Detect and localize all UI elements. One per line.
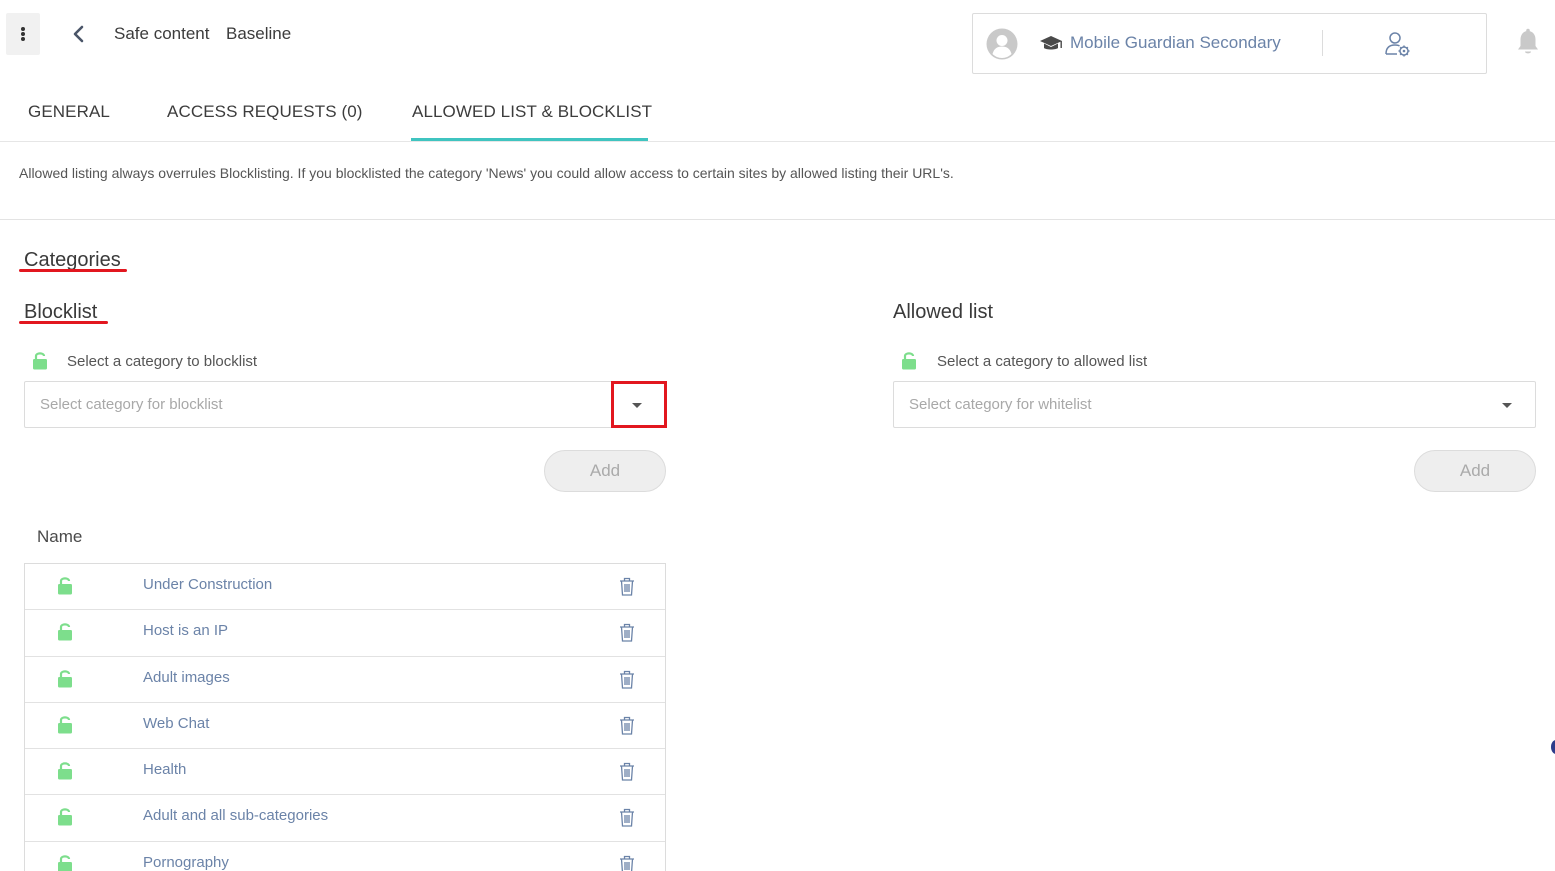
back-button[interactable] — [66, 22, 90, 46]
blocklist-table: Under Construction Host is an IP Adult i… — [24, 563, 666, 871]
chat-widget-edge[interactable] — [1551, 740, 1555, 754]
table-row: Health — [25, 749, 665, 796]
breadcrumb-baseline: Baseline — [226, 24, 292, 43]
graduation-cap-icon — [1040, 36, 1062, 50]
user-settings-icon[interactable] — [1383, 30, 1411, 58]
section-divider — [0, 219, 1555, 220]
tab-general[interactable]: GENERAL — [28, 102, 110, 122]
chevron-left-icon — [73, 25, 84, 43]
category-name[interactable]: Under Construction — [143, 576, 272, 593]
unlock-icon[interactable] — [57, 669, 73, 688]
unlock-icon[interactable] — [57, 622, 73, 641]
tab-access-requests[interactable]: ACCESS REQUESTS (0) — [167, 102, 363, 122]
unlock-icon — [902, 352, 916, 370]
info-text: Allowed listing always overrules Blockli… — [19, 165, 954, 181]
trash-icon[interactable] — [619, 716, 635, 735]
unlock-icon[interactable] — [57, 807, 73, 826]
allowed-category-select[interactable]: Select category for whitelist — [893, 381, 1536, 428]
table-row: Host is an IP — [25, 610, 665, 657]
column-header-name: Name — [37, 527, 83, 546]
unlock-icon[interactable] — [57, 854, 73, 871]
trash-icon[interactable] — [619, 762, 635, 781]
table-row: Adult images — [25, 657, 665, 703]
account-panel: Mobile Guardian Secondary — [972, 13, 1487, 74]
caret-down-icon[interactable] — [1502, 403, 1512, 408]
blocklist-category-select[interactable]: Select category for blocklist — [24, 381, 666, 428]
highlight-underline-categories — [19, 269, 127, 272]
divider — [1322, 30, 1323, 56]
trash-icon[interactable] — [619, 623, 635, 642]
trash-icon[interactable] — [619, 670, 635, 689]
category-name[interactable]: Adult images — [143, 669, 230, 686]
table-row: Under Construction — [25, 564, 665, 611]
breadcrumb-safe-content[interactable]: Safe content — [114, 24, 209, 44]
allowed-add-button[interactable]: Add — [1414, 450, 1536, 492]
blocklist-add-button[interactable]: Add — [544, 450, 666, 492]
highlight-underline-blocklist — [19, 321, 108, 324]
top-bar: Safe content Baseline Mobile Guardian Se… — [0, 0, 1555, 84]
allowed-select-placeholder: Select category for whitelist — [909, 396, 1092, 413]
user-circle-icon[interactable] — [986, 28, 1018, 60]
table-row: Adult and all sub-categories — [25, 795, 665, 842]
category-name[interactable]: Web Chat — [143, 715, 209, 732]
allowed-select-label: Select a category to allowed list — [937, 353, 1148, 370]
unlock-icon[interactable] — [57, 576, 73, 595]
table-row: Pornography — [25, 842, 665, 871]
category-name[interactable]: Pornography — [143, 854, 229, 871]
highlight-box-dropdown — [611, 381, 667, 428]
school-name[interactable]: Mobile Guardian Secondary — [1070, 33, 1281, 53]
tab-allowed-list-blocklist[interactable]: ALLOWED LIST & BLOCKLIST — [412, 102, 652, 122]
trash-icon[interactable] — [619, 808, 635, 828]
unlock-icon — [33, 352, 47, 370]
trash-icon[interactable] — [619, 577, 635, 596]
allowed-list-heading: Allowed list — [893, 301, 994, 323]
blocklist-select-placeholder: Select category for blocklist — [40, 396, 223, 413]
blocklist-select-label: Select a category to blocklist — [67, 353, 258, 370]
active-tab-indicator — [411, 138, 648, 141]
category-name[interactable]: Host is an IP — [143, 622, 228, 639]
table-row: Web Chat — [25, 703, 665, 750]
unlock-icon[interactable] — [57, 761, 73, 780]
tab-bar: GENERAL ACCESS REQUESTS (0) ALLOWED LIST… — [0, 85, 1555, 142]
category-name[interactable]: Health — [143, 761, 186, 778]
trash-icon[interactable] — [619, 855, 635, 871]
vertical-dots-icon — [21, 27, 25, 41]
category-name[interactable]: Adult and all sub-categories — [143, 807, 328, 824]
menu-button[interactable] — [6, 13, 40, 55]
unlock-icon[interactable] — [57, 715, 73, 734]
bell-icon[interactable] — [1515, 28, 1541, 56]
